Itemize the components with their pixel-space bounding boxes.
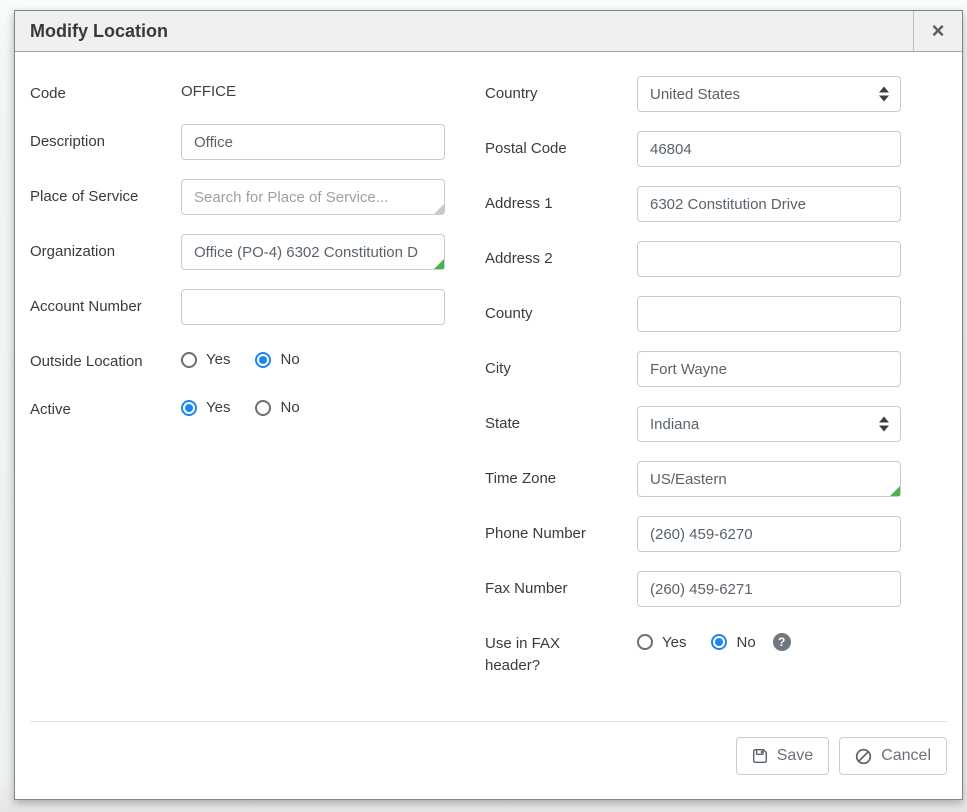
place-of-service-row: Place of Service xyxy=(30,179,485,215)
address-1-row: Address 1 xyxy=(485,186,947,222)
county-row: County xyxy=(485,296,947,332)
dialog-title: Modify Location xyxy=(15,11,913,51)
country-select[interactable]: United States xyxy=(637,76,901,112)
phone-number-input[interactable] xyxy=(637,516,901,552)
use-in-fax-header-row: Use in FAX header? Yes No ? xyxy=(485,626,947,677)
resize-grip-icon[interactable] xyxy=(890,486,900,496)
use-in-fax-header-yes-radio[interactable]: Yes xyxy=(637,634,686,651)
organization-label: Organization xyxy=(30,234,181,263)
save-button[interactable]: Save xyxy=(736,737,829,775)
fax-number-label: Fax Number xyxy=(485,571,637,600)
phone-number-label: Phone Number xyxy=(485,516,637,545)
radio-option-label: Yes xyxy=(662,634,686,651)
use-in-fax-header-label: Use in FAX header? xyxy=(485,626,637,677)
address-1-input[interactable] xyxy=(637,186,901,222)
right-column: Country United States Postal Code Addres… xyxy=(485,76,947,721)
radio-option-label: No xyxy=(280,399,299,416)
account-number-input[interactable] xyxy=(181,289,445,325)
postal-code-input[interactable] xyxy=(637,131,901,167)
use-in-fax-header-no-radio[interactable]: No xyxy=(711,634,755,651)
radio-icon xyxy=(637,634,653,650)
country-select-value: United States xyxy=(650,86,740,103)
code-label: Code xyxy=(30,76,181,105)
address-2-input[interactable] xyxy=(637,241,901,277)
resize-grip-icon[interactable] xyxy=(434,259,444,269)
city-label: City xyxy=(485,351,637,380)
state-label: State xyxy=(485,406,637,435)
radio-option-label: Yes xyxy=(206,351,230,368)
code-value: OFFICE xyxy=(181,76,445,100)
time-zone-row: Time Zone xyxy=(485,461,947,497)
postal-code-row: Postal Code xyxy=(485,131,947,167)
radio-icon xyxy=(255,400,271,416)
description-input[interactable] xyxy=(181,124,445,160)
radio-selected-icon xyxy=(255,352,271,368)
select-arrows-icon xyxy=(879,417,889,432)
active-radio-group: Yes No xyxy=(181,392,445,416)
active-row: Active Yes No xyxy=(30,392,485,421)
country-label: Country xyxy=(485,76,637,105)
left-column: Code OFFICE Description Place of Service xyxy=(30,76,485,721)
resize-grip-icon[interactable] xyxy=(434,204,444,214)
cancel-button[interactable]: Cancel xyxy=(839,737,947,775)
close-icon: × xyxy=(932,20,945,42)
address-2-row: Address 2 xyxy=(485,241,947,277)
time-zone-input[interactable] xyxy=(637,461,901,497)
active-yes-radio[interactable]: Yes xyxy=(181,399,230,416)
code-row: Code OFFICE xyxy=(30,76,485,105)
cancel-button-label: Cancel xyxy=(881,747,931,765)
account-number-label: Account Number xyxy=(30,289,181,318)
radio-icon xyxy=(181,352,197,368)
account-number-row: Account Number xyxy=(30,289,485,325)
active-no-radio[interactable]: No xyxy=(255,399,299,416)
description-label: Description xyxy=(30,124,181,153)
use-in-fax-header-radio-group: Yes No ? xyxy=(637,626,901,651)
save-button-label: Save xyxy=(777,747,813,765)
radio-selected-icon xyxy=(711,634,727,650)
state-select[interactable]: Indiana xyxy=(637,406,901,442)
time-zone-label: Time Zone xyxy=(485,461,637,490)
radio-option-label: Yes xyxy=(206,399,230,416)
postal-code-label: Postal Code xyxy=(485,131,637,160)
radio-option-label: No xyxy=(736,634,755,651)
active-label: Active xyxy=(30,392,181,421)
dialog-body: Code OFFICE Description Place of Service xyxy=(15,52,962,721)
dialog-header: Modify Location × xyxy=(15,11,962,52)
organization-input[interactable] xyxy=(181,234,445,270)
cancel-ban-icon xyxy=(855,748,872,765)
radio-option-label: No xyxy=(280,351,299,368)
outside-location-label: Outside Location xyxy=(30,344,181,373)
organization-row: Organization xyxy=(30,234,485,270)
select-arrows-icon xyxy=(879,87,889,102)
county-label: County xyxy=(485,296,637,325)
city-row: City xyxy=(485,351,947,387)
outside-location-no-radio[interactable]: No xyxy=(255,351,299,368)
country-row: Country United States xyxy=(485,76,947,112)
phone-number-row: Phone Number xyxy=(485,516,947,552)
outside-location-yes-radio[interactable]: Yes xyxy=(181,351,230,368)
save-disk-icon xyxy=(752,748,768,764)
modify-location-dialog: Modify Location × Code OFFICE Descriptio… xyxy=(14,10,963,800)
dialog-footer: Save Cancel xyxy=(30,721,947,799)
place-of-service-label: Place of Service xyxy=(30,179,181,208)
fax-number-input[interactable] xyxy=(637,571,901,607)
city-input[interactable] xyxy=(637,351,901,387)
state-row: State Indiana xyxy=(485,406,947,442)
fax-number-row: Fax Number xyxy=(485,571,947,607)
close-button[interactable]: × xyxy=(913,11,962,51)
description-row: Description xyxy=(30,124,485,160)
radio-selected-icon xyxy=(181,400,197,416)
help-icon[interactable]: ? xyxy=(773,633,791,651)
outside-location-row: Outside Location Yes No xyxy=(30,344,485,373)
place-of-service-input[interactable] xyxy=(181,179,445,215)
state-select-value: Indiana xyxy=(650,416,699,433)
county-input[interactable] xyxy=(637,296,901,332)
address-1-label: Address 1 xyxy=(485,186,637,215)
address-2-label: Address 2 xyxy=(485,241,637,270)
outside-location-radio-group: Yes No xyxy=(181,344,445,368)
